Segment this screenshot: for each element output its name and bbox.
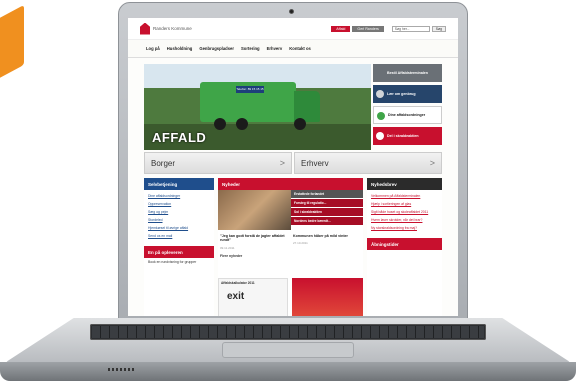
news-item[interactable]: Erstattede forlandet	[291, 190, 363, 198]
chevron-right-icon: >	[279, 158, 285, 168]
truck-wheel	[294, 118, 306, 130]
garbage-truck: Telefon: 89 15 15 15	[200, 82, 296, 122]
newsletter-links: Velkommen på Affaldsterminalen Hjælp i s…	[367, 190, 442, 234]
news-date: 09.11.2011	[220, 246, 235, 250]
promo-tile[interactable]: Affaldskalkulator 2011 exit	[218, 278, 288, 316]
truck-wheel	[236, 118, 248, 130]
news-item[interactable]: Sol i skraldeaktien	[291, 208, 363, 216]
recycle-icon	[376, 90, 384, 98]
experience-title: En på opleveren	[144, 246, 214, 258]
newsletter-link[interactable]: Velkommen på Affaldsterminalen	[371, 194, 438, 198]
main-nav: Log på Husholdning Genbrugspladser Sorte…	[128, 40, 458, 58]
orange-banner-decoration	[0, 4, 24, 84]
chevron-right-icon: >	[429, 158, 435, 168]
nav-item[interactable]: Kontakt os	[289, 46, 311, 51]
news-photo[interactable]	[218, 190, 291, 230]
bin-icon	[377, 112, 385, 120]
laptop-front-edge	[0, 362, 576, 381]
vent-grille	[108, 368, 136, 371]
self-service-column: Selvbetjening Dine affaldsordninger Oppr…	[144, 178, 214, 316]
truck-phone: Telefon: 89 15 15 15	[236, 86, 264, 93]
nav-item[interactable]: Husholdning	[167, 46, 193, 51]
laptop-base	[0, 318, 576, 381]
truck-wheel	[214, 118, 226, 130]
tab-affald[interactable]: Affald	[331, 25, 351, 32]
newsletter-link[interactable]: Hvem laver skrotder, når det brar?	[371, 218, 438, 222]
news-item[interactable]: Forsteg til regulatio...	[291, 199, 363, 207]
newsletter-link[interactable]: Ny storskraldsordning fra maj?	[371, 226, 438, 230]
laptop-screen: Randers Kommune Affald Gerl Randers Søg …	[128, 18, 458, 316]
content-columns: Selvbetjening Dine affaldsordninger Oppr…	[144, 178, 442, 316]
newsletter-link[interactable]: Hjælp i sortieringen af glas	[371, 202, 438, 206]
side-label: Dine affaldsordninger	[388, 113, 426, 117]
self-service-links: Dine affaldsordninger Oppreservation Sæg…	[144, 190, 214, 242]
tile-borger[interactable]: Borger >	[144, 152, 292, 174]
tile-label: Borger	[151, 158, 176, 168]
promo-image[interactable]	[292, 278, 363, 316]
news-title: Nyheder	[218, 178, 363, 190]
exit-logo: exit	[227, 291, 245, 302]
experience-text: Book en rundvisning for grupper	[148, 260, 197, 264]
promo-title: Affaldskalkulator 2011	[221, 281, 255, 285]
newsletter-column: Nyhedsbrev Velkommen på Affaldsterminale…	[367, 178, 442, 316]
self-service-link[interactable]: Hjemkørsel til øvrige affald	[148, 226, 210, 230]
self-service-link[interactable]: Send os en mail	[148, 234, 210, 238]
audience-tiles: Borger > Erhverv >	[144, 152, 442, 174]
hero-title: AFFALD	[152, 130, 207, 145]
news-item[interactable]: Nordens bedre bæredt...	[291, 217, 363, 225]
tab-other[interactable]: Gerl Randers	[352, 25, 384, 32]
self-service-link[interactable]: Stordeled	[148, 218, 210, 222]
side-label: Del i skraldeaktien	[387, 134, 419, 138]
self-service-link[interactable]: Oppreservation	[148, 202, 210, 206]
self-service-title: Selvbetjening	[144, 178, 214, 190]
hero-row: Telefon: 89 15 15 15 AFFALD Bestil Affal…	[144, 64, 442, 150]
randers-logo-icon[interactable]	[140, 22, 150, 35]
keyboard	[90, 324, 486, 340]
tile-label: Erhverv	[301, 158, 329, 168]
search-button[interactable]: Søg	[431, 25, 446, 32]
book-terminal-button[interactable]: Bestil Affaldsterminalen	[373, 64, 442, 82]
news-caption[interactable]: "Jeg kan godt forstå de jagter affaldet …	[220, 234, 288, 242]
nav-item[interactable]: Erhverv	[267, 46, 283, 51]
nav-item[interactable]: Sortering	[241, 46, 260, 51]
site-brand[interactable]: Randers Kommune	[153, 26, 192, 31]
news-list: Erstattede forlandet Forsteg til regulat…	[291, 190, 363, 225]
touchpad	[222, 342, 354, 358]
tile-erhverv[interactable]: Erhverv >	[294, 152, 442, 174]
newsletter-link[interactable]: Siglt både huset og skoleaffaldet 2011	[371, 210, 438, 214]
learn-recycling-button[interactable]: Lær om genbrug	[373, 85, 442, 103]
webcam	[289, 9, 294, 14]
newsletter-title: Nyhedsbrev	[367, 178, 442, 190]
self-service-link[interactable]: Dine affaldsordninger	[148, 194, 210, 198]
news-column: Nyheder Erstattede forlandet Forsteg til…	[218, 178, 363, 316]
share-button[interactable]: Del i skraldeaktien	[373, 127, 442, 145]
more-news-link[interactable]: Flere nyheder	[220, 254, 242, 258]
site-header: Randers Kommune Affald Gerl Randers Søg …	[128, 18, 458, 40]
nav-item[interactable]: Genbrugspladser	[199, 46, 234, 51]
scene: Randers Kommune Affald Gerl Randers Søg …	[0, 0, 576, 381]
header-tabs: Affald Gerl Randers	[331, 25, 384, 32]
news-date: 27.10.2011	[293, 241, 308, 245]
hero-image: Telefon: 89 15 15 15 AFFALD	[144, 64, 371, 150]
side-label: Lær om genbrug	[387, 92, 416, 96]
search-input[interactable]: Søg her...	[391, 25, 430, 32]
hours-title: Åbningstider	[367, 238, 442, 250]
check-icon	[376, 132, 384, 140]
self-service-link[interactable]: Sæg og pejm	[148, 210, 210, 214]
your-schemes-button[interactable]: Dine affaldsordninger	[373, 106, 442, 124]
nav-item[interactable]: Log på	[146, 46, 160, 51]
news-caption[interactable]: Kommunen håber på mild vinter	[293, 234, 361, 238]
quick-links: Bestil Affaldsterminalen Lær om genbrug …	[373, 64, 442, 145]
